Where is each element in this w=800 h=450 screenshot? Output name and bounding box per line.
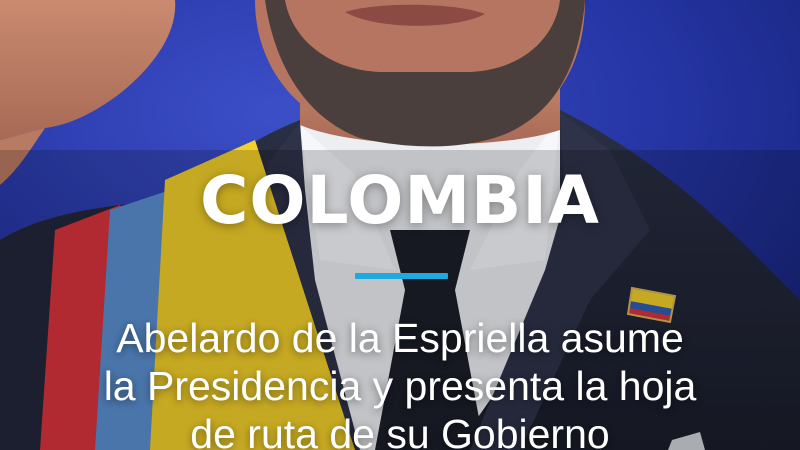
news-card: COLOMBIA Abelardo de la Espriella asume … bbox=[0, 0, 800, 450]
text-shade bbox=[0, 150, 800, 450]
photo-president-saluting bbox=[0, 0, 800, 450]
